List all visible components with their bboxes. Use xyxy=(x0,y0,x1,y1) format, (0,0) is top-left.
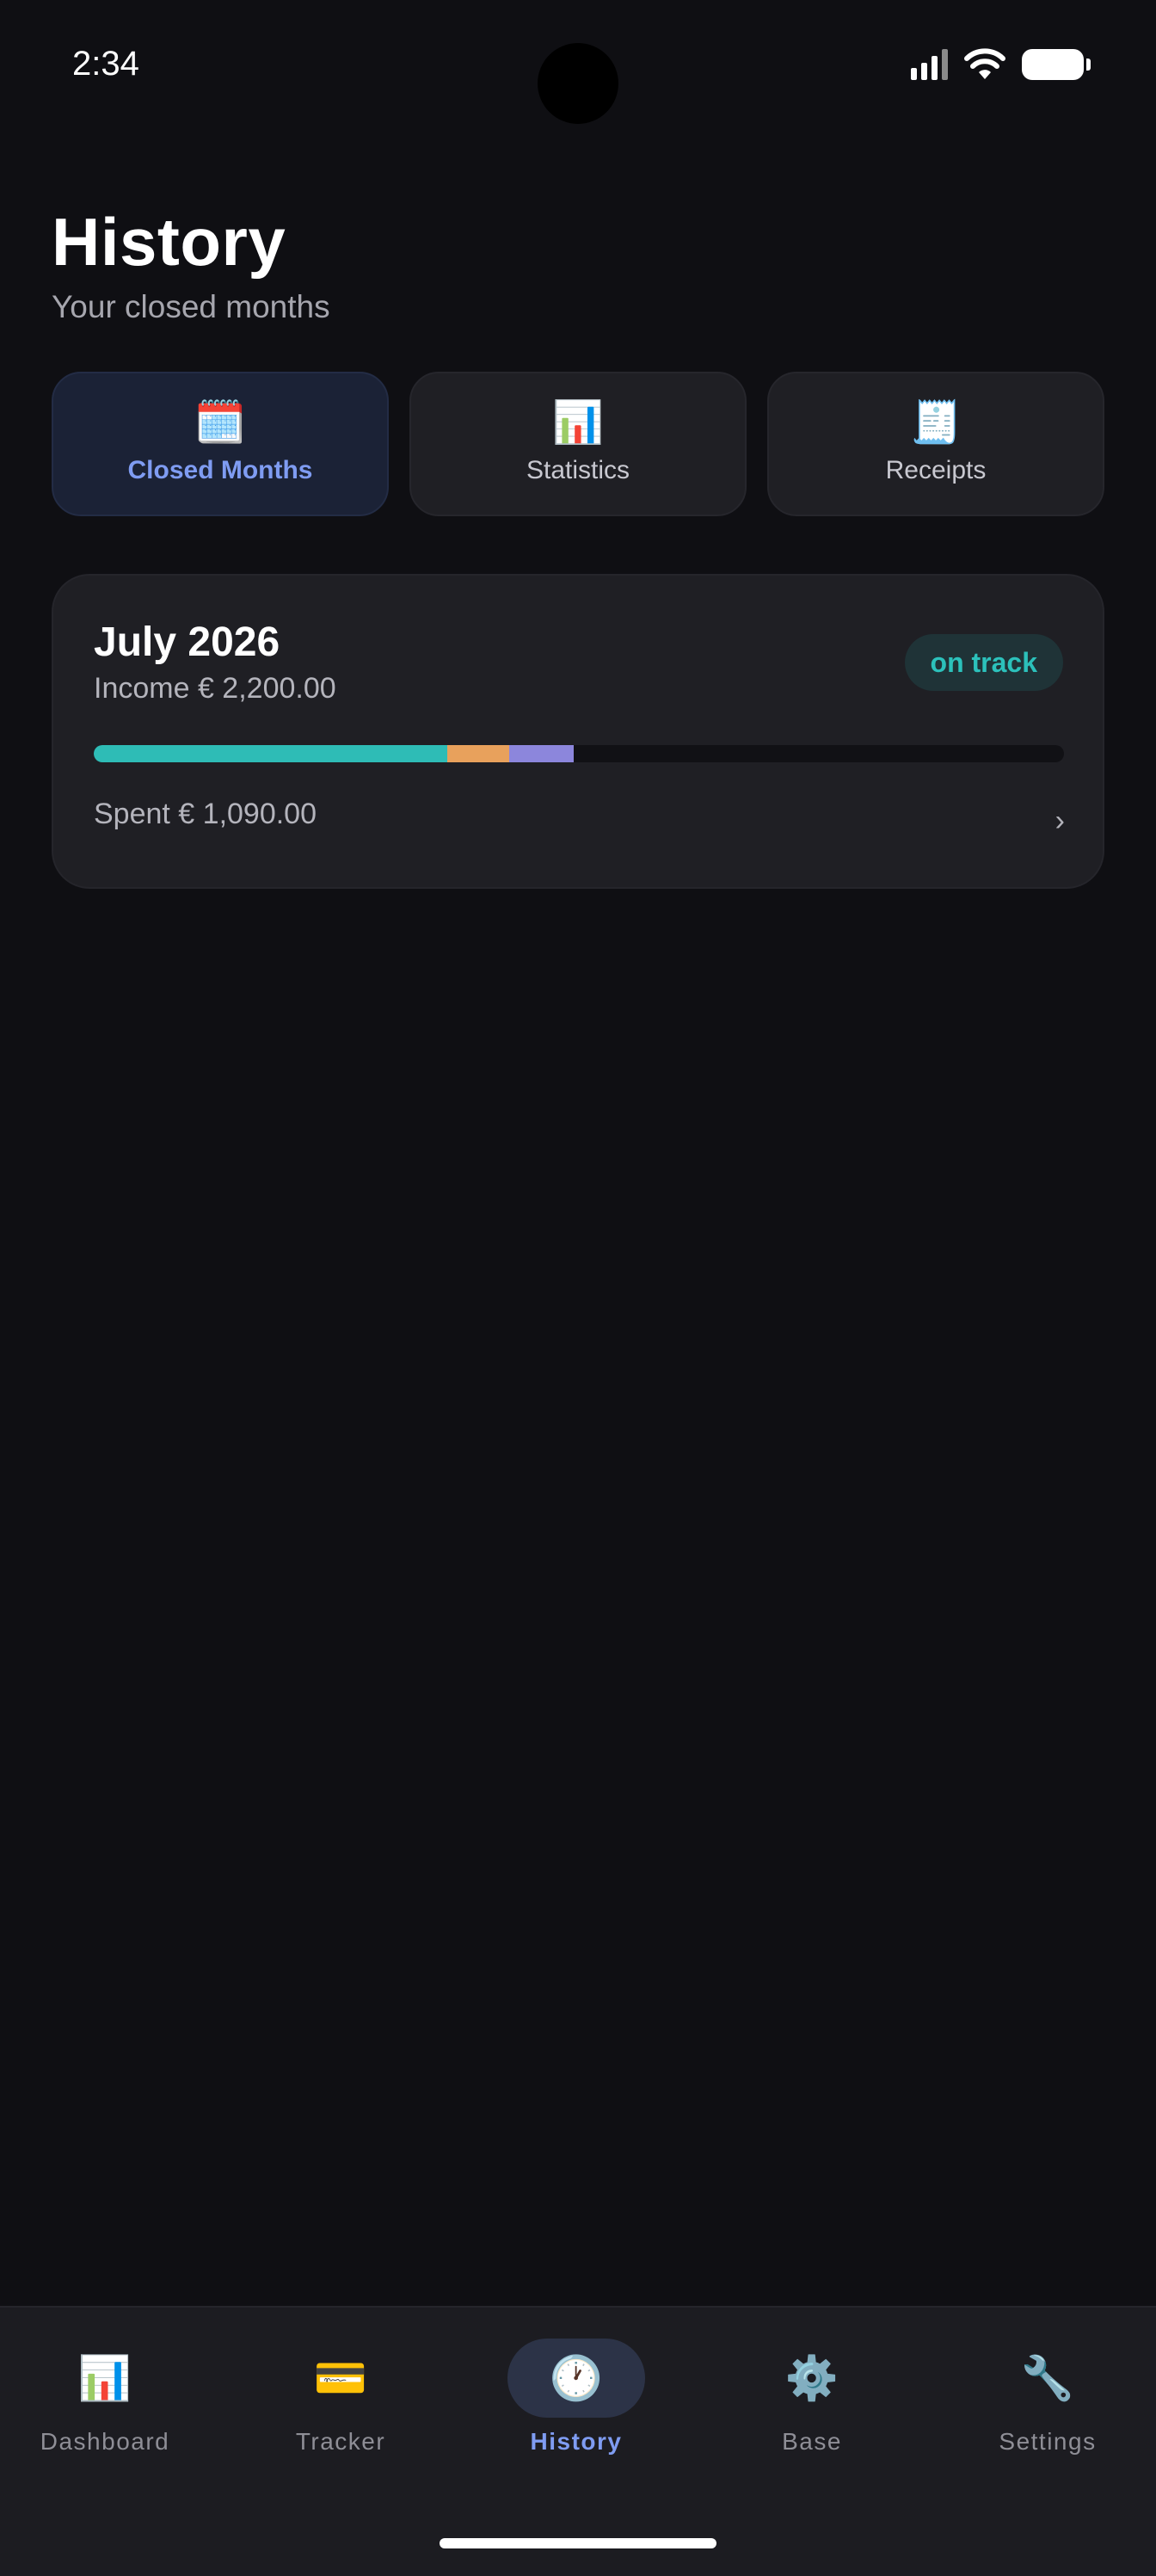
nav-item-settings[interactable]: 🔧 Settings xyxy=(953,2339,1142,2456)
nav-item-base[interactable]: ⚙️ Base xyxy=(717,2339,907,2456)
tab-closed-months[interactable]: 🗓️ Closed Months xyxy=(52,372,389,516)
progress-segment xyxy=(508,745,575,762)
progress-segment xyxy=(94,745,447,762)
gear-icon: ⚙️ xyxy=(784,2353,839,2402)
page-title: History xyxy=(52,204,286,280)
nav-label: History xyxy=(530,2428,623,2455)
bottom-navigation: 📊 Dashboard 💳 Tracker 🕐 History ⚙️ Base … xyxy=(0,2306,1156,2576)
receipt-icon: 🧾 xyxy=(910,400,962,446)
chevron-right-icon: › xyxy=(1055,804,1065,837)
nav-item-history[interactable]: 🕐 History xyxy=(482,2339,671,2456)
clock-icon: 🕐 xyxy=(507,2339,645,2418)
month-income: Income € 2,200.00 xyxy=(94,672,336,705)
tab-label: Closed Months xyxy=(127,456,313,484)
nav-item-dashboard[interactable]: 📊 Dashboard xyxy=(10,2339,200,2456)
nav-item-tracker[interactable]: 💳 Tracker xyxy=(246,2339,435,2456)
nav-label: Tracker xyxy=(295,2428,386,2455)
closed-month-card[interactable]: July 2026 Income € 2,200.00 on track Spe… xyxy=(52,574,1104,889)
tab-label: Receipts xyxy=(885,456,987,484)
page-subtitle: Your closed months xyxy=(52,289,330,324)
home-indicator[interactable] xyxy=(440,2538,716,2548)
status-badge: on track xyxy=(904,634,1063,691)
wrench-icon: 🔧 xyxy=(1020,2353,1075,2402)
dashboard-icon: 📊 xyxy=(77,2353,132,2402)
cellular-signal-icon xyxy=(911,49,948,80)
tab-statistics[interactable]: 📊 Statistics xyxy=(409,372,747,516)
history-tabs: 🗓️ Closed Months 📊 Statistics 🧾 Receipts xyxy=(52,372,1104,516)
credit-card-icon: 💳 xyxy=(313,2353,368,2402)
month-title: July 2026 xyxy=(94,619,280,665)
bar-chart-icon: 📊 xyxy=(552,400,604,446)
nav-label: Base xyxy=(782,2428,842,2455)
battery-icon xyxy=(1022,49,1091,80)
status-icons xyxy=(911,48,1091,81)
nav-label: Dashboard xyxy=(40,2428,170,2455)
calendar-icon: 🗓️ xyxy=(194,400,246,446)
tab-label: Statistics xyxy=(526,456,630,484)
camera-cutout xyxy=(538,43,618,124)
status-bar: 2:34 xyxy=(0,0,1156,138)
spending-progress-bar xyxy=(94,745,1064,762)
tab-receipts[interactable]: 🧾 Receipts xyxy=(767,372,1104,516)
progress-segment xyxy=(446,745,509,762)
month-spent: Spent € 1,090.00 xyxy=(94,798,317,830)
wifi-icon xyxy=(964,48,1005,79)
status-time: 2:34 xyxy=(72,45,139,83)
nav-label: Settings xyxy=(999,2428,1097,2455)
